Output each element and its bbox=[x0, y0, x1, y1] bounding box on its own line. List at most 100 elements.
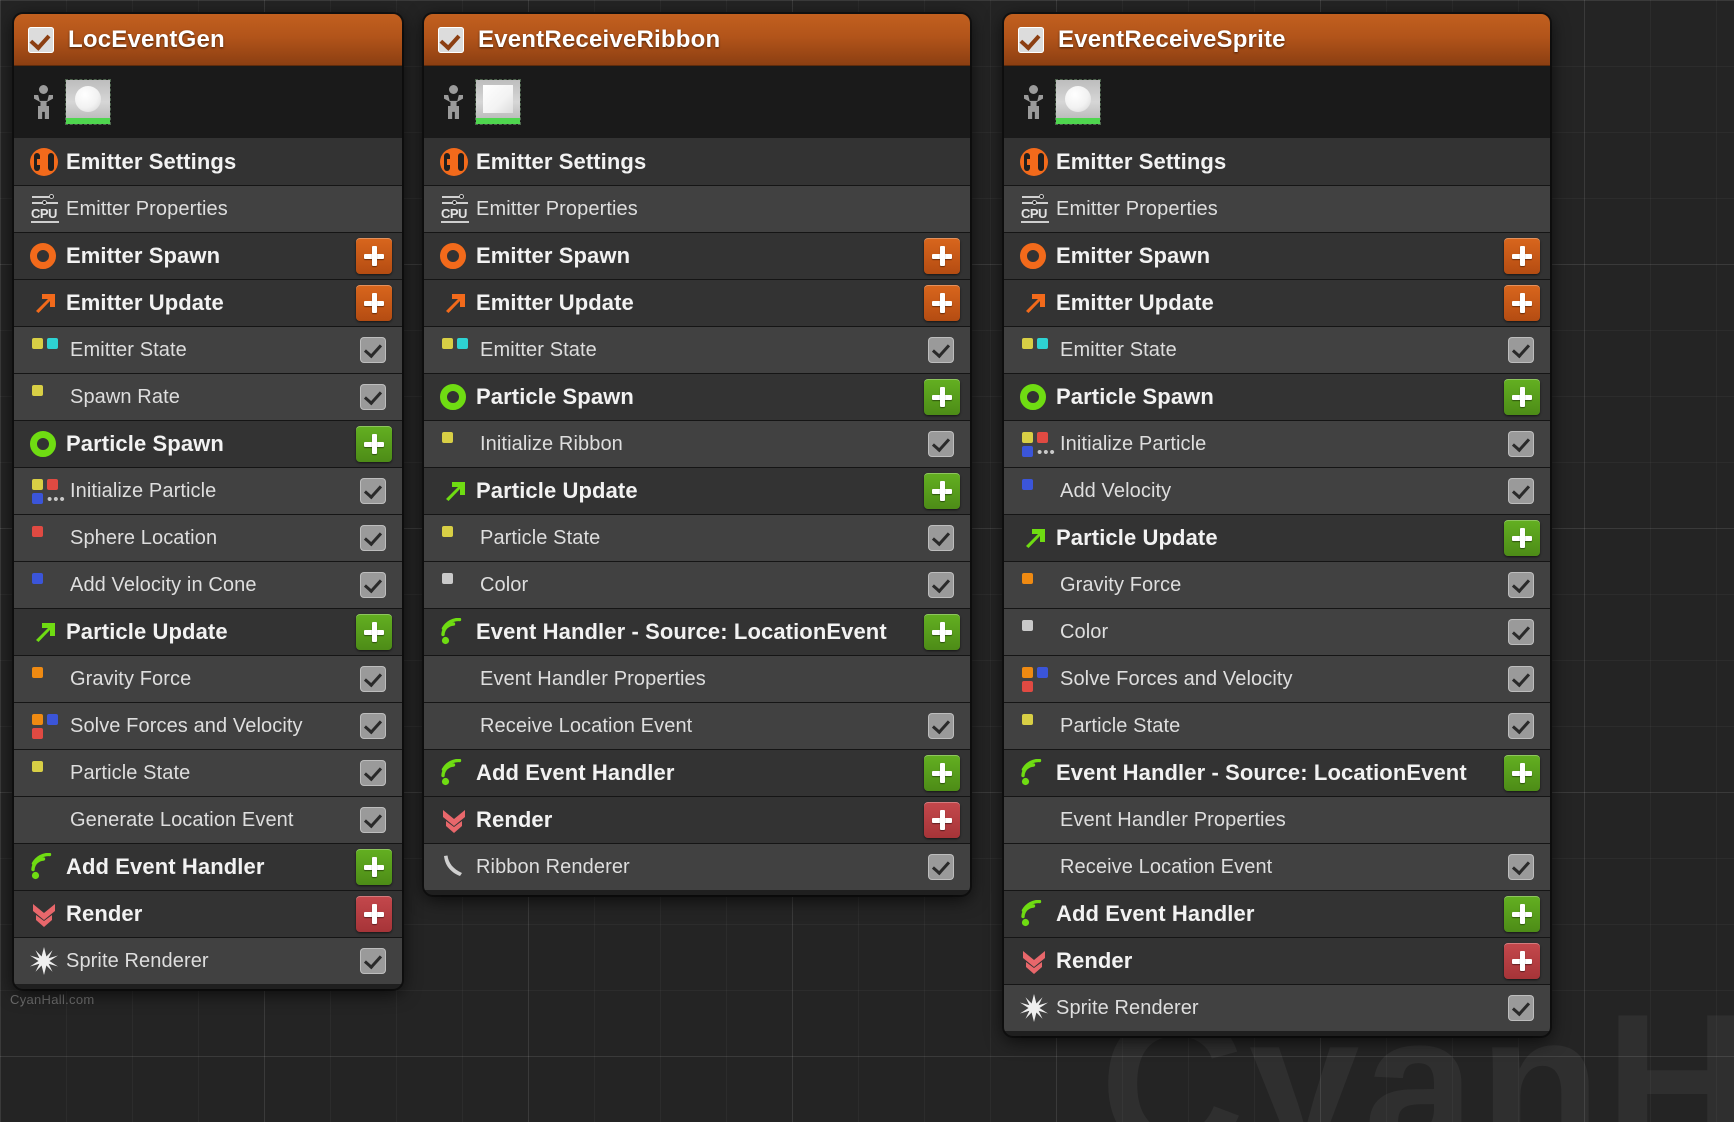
stack-section-row[interactable]: Emitter Spawn bbox=[14, 232, 402, 279]
stack-section-row[interactable]: Particle Update bbox=[14, 608, 402, 655]
module-enabled-checkbox[interactable] bbox=[360, 807, 386, 833]
stack-section-row[interactable]: Emitter Settings bbox=[424, 138, 970, 185]
emitter-node[interactable]: LocEventGen Emitter Settings CPU Emitter Pr… bbox=[14, 14, 402, 989]
emitter-node[interactable]: EventReceiveRibbon Emitter Settings CPU Emi… bbox=[424, 14, 970, 895]
emitter-enabled-checkbox[interactable] bbox=[28, 26, 54, 53]
stack-section-row[interactable]: Emitter Settings bbox=[14, 138, 402, 185]
add-module-button[interactable] bbox=[1504, 943, 1540, 979]
stack-module-row[interactable]: CPU Emitter Properties bbox=[424, 185, 970, 232]
module-enabled-checkbox[interactable] bbox=[360, 760, 386, 786]
stack-module-row[interactable]: ••• Initialize Particle bbox=[1004, 420, 1550, 467]
add-module-button[interactable] bbox=[356, 896, 392, 932]
module-enabled-checkbox[interactable] bbox=[928, 337, 954, 363]
stack-module-row[interactable]: CPU Emitter Properties bbox=[14, 185, 402, 232]
add-module-button[interactable] bbox=[1504, 379, 1540, 415]
module-enabled-checkbox[interactable] bbox=[928, 713, 954, 739]
stack-section-row[interactable]: Emitter Update bbox=[14, 279, 402, 326]
module-enabled-checkbox[interactable] bbox=[1508, 337, 1534, 363]
stack-module-row[interactable]: Generate Location Event bbox=[14, 796, 402, 843]
stack-module-row[interactable]: ••• Initialize Particle bbox=[14, 467, 402, 514]
module-enabled-checkbox[interactable] bbox=[928, 525, 954, 551]
stack-module-row[interactable]: Sprite Renderer bbox=[1004, 984, 1550, 1031]
module-enabled-checkbox[interactable] bbox=[360, 713, 386, 739]
stack-module-row[interactable]: Gravity Force bbox=[1004, 561, 1550, 608]
add-module-button[interactable] bbox=[1504, 520, 1540, 556]
stack-module-row[interactable]: CPU Emitter Properties bbox=[1004, 185, 1550, 232]
module-enabled-checkbox[interactable] bbox=[360, 478, 386, 504]
sprite-circle-thumbnail[interactable] bbox=[1055, 79, 1101, 125]
module-enabled-checkbox[interactable] bbox=[360, 337, 386, 363]
add-module-button[interactable] bbox=[1504, 896, 1540, 932]
module-enabled-checkbox[interactable] bbox=[928, 572, 954, 598]
stack-module-row[interactable]: Sprite Renderer bbox=[14, 937, 402, 984]
stack-section-row[interactable]: Emitter Settings bbox=[1004, 138, 1550, 185]
add-module-button[interactable] bbox=[356, 426, 392, 462]
stack-module-row[interactable]: Receive Location Event bbox=[1004, 843, 1550, 890]
module-enabled-checkbox[interactable] bbox=[1508, 478, 1534, 504]
stack-module-row[interactable]: Sphere Location bbox=[14, 514, 402, 561]
add-module-button[interactable] bbox=[356, 849, 392, 885]
add-module-button[interactable] bbox=[924, 379, 960, 415]
emitter-title-bar[interactable]: EventReceiveSprite bbox=[1004, 14, 1550, 66]
stack-module-row[interactable]: Initialize Ribbon bbox=[424, 420, 970, 467]
stack-section-row[interactable]: Emitter Spawn bbox=[1004, 232, 1550, 279]
module-enabled-checkbox[interactable] bbox=[928, 854, 954, 880]
add-module-button[interactable] bbox=[356, 285, 392, 321]
stack-module-row[interactable]: Emitter State bbox=[14, 326, 402, 373]
stack-module-row[interactable]: Event Handler Properties bbox=[1004, 796, 1550, 843]
stack-section-row[interactable]: Emitter Update bbox=[1004, 279, 1550, 326]
niagara-emitter-graph-canvas[interactable]: CyanHall CyanHall.com LocEventGenEmitter… bbox=[0, 0, 1734, 1122]
stack-module-row[interactable]: Particle State bbox=[14, 749, 402, 796]
module-enabled-checkbox[interactable] bbox=[1508, 572, 1534, 598]
stack-section-row[interactable]: Render bbox=[1004, 937, 1550, 984]
stack-section-row[interactable]: Particle Spawn bbox=[1004, 373, 1550, 420]
module-enabled-checkbox[interactable] bbox=[360, 572, 386, 598]
stack-module-row[interactable]: Gravity Force bbox=[14, 655, 402, 702]
stack-section-row[interactable]: Particle Spawn bbox=[14, 420, 402, 467]
stack-section-row[interactable]: Render bbox=[14, 890, 402, 937]
sprite-circle-thumbnail[interactable] bbox=[65, 79, 111, 125]
emitter-enabled-checkbox[interactable] bbox=[438, 26, 464, 53]
stack-section-row[interactable]: Particle Update bbox=[1004, 514, 1550, 561]
module-enabled-checkbox[interactable] bbox=[360, 525, 386, 551]
stack-module-row[interactable]: Solve Forces and Velocity bbox=[1004, 655, 1550, 702]
stack-module-row[interactable]: Add Velocity bbox=[1004, 467, 1550, 514]
add-module-button[interactable] bbox=[924, 473, 960, 509]
module-enabled-checkbox[interactable] bbox=[1508, 713, 1534, 739]
stack-module-row[interactable]: Emitter State bbox=[1004, 326, 1550, 373]
emitter-title-bar[interactable]: EventReceiveRibbon bbox=[424, 14, 970, 66]
stack-module-row[interactable]: Emitter State bbox=[424, 326, 970, 373]
add-module-button[interactable] bbox=[924, 238, 960, 274]
stack-module-row[interactable]: Ribbon Renderer bbox=[424, 843, 970, 890]
stack-section-row[interactable]: Emitter Update bbox=[424, 279, 970, 326]
add-module-button[interactable] bbox=[924, 755, 960, 791]
stack-module-row[interactable]: Solve Forces and Velocity bbox=[14, 702, 402, 749]
add-module-button[interactable] bbox=[1504, 755, 1540, 791]
stack-module-row[interactable]: Color bbox=[1004, 608, 1550, 655]
stack-module-row[interactable]: Color bbox=[424, 561, 970, 608]
stack-section-row[interactable]: Particle Update bbox=[424, 467, 970, 514]
stack-section-row[interactable]: Add Event Handler bbox=[1004, 890, 1550, 937]
module-enabled-checkbox[interactable] bbox=[928, 431, 954, 457]
ribbon-square-thumbnail[interactable] bbox=[475, 79, 521, 125]
emitter-node[interactable]: EventReceiveSprite Emitter Settings CPU Emi… bbox=[1004, 14, 1550, 1036]
stack-section-row[interactable]: Event Handler - Source: LocationEvent bbox=[1004, 749, 1550, 796]
add-module-button[interactable] bbox=[1504, 238, 1540, 274]
stack-section-row[interactable]: Render bbox=[424, 796, 970, 843]
emitter-title-bar[interactable]: LocEventGen bbox=[14, 14, 402, 66]
stack-section-row[interactable]: Event Handler - Source: LocationEvent bbox=[424, 608, 970, 655]
add-module-button[interactable] bbox=[924, 802, 960, 838]
stack-module-row[interactable]: Spawn Rate bbox=[14, 373, 402, 420]
module-enabled-checkbox[interactable] bbox=[1508, 431, 1534, 457]
stack-module-row[interactable]: Particle State bbox=[1004, 702, 1550, 749]
module-enabled-checkbox[interactable] bbox=[1508, 854, 1534, 880]
add-module-button[interactable] bbox=[356, 238, 392, 274]
stack-module-row[interactable]: Particle State bbox=[424, 514, 970, 561]
module-enabled-checkbox[interactable] bbox=[1508, 619, 1534, 645]
add-module-button[interactable] bbox=[356, 614, 392, 650]
stack-module-row[interactable]: Event Handler Properties bbox=[424, 655, 970, 702]
module-enabled-checkbox[interactable] bbox=[1508, 666, 1534, 692]
stack-section-row[interactable]: Particle Spawn bbox=[424, 373, 970, 420]
stack-module-row[interactable]: Add Velocity in Cone bbox=[14, 561, 402, 608]
module-enabled-checkbox[interactable] bbox=[1508, 995, 1534, 1021]
